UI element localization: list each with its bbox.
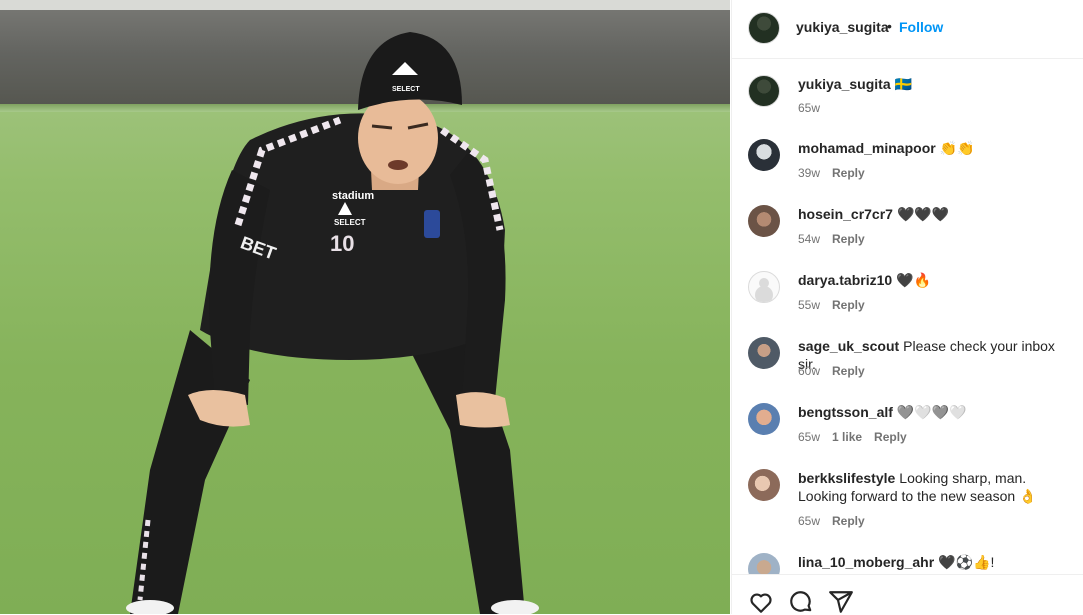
comment-time[interactable]: 60w: [798, 364, 820, 378]
post-photo[interactable]: stadium SELECT 10 BET SELECT: [0, 0, 730, 614]
comment-text: 👏👏: [939, 140, 975, 156]
cap-brand: SELECT: [392, 86, 420, 93]
heart-icon[interactable]: [748, 589, 774, 615]
comment-meta: 39w Reply: [798, 166, 877, 180]
comment-text: 🖤⚽👍!: [938, 554, 995, 570]
comment-text: 🖤🔥: [896, 272, 932, 288]
reply-button[interactable]: Reply: [832, 514, 865, 528]
commenter-avatar[interactable]: [748, 271, 780, 303]
commenter-avatar[interactable]: [748, 139, 780, 171]
comment-body: mohamad_minapoor 👏👏: [798, 139, 1070, 157]
reply-button[interactable]: Reply: [832, 364, 865, 378]
comment-username[interactable]: darya.tabriz10: [798, 272, 892, 288]
comment-meta: 65w 1 like Reply: [798, 430, 919, 444]
jersey-sponsor: stadium: [332, 190, 375, 202]
comment-time[interactable]: 65w: [798, 101, 820, 115]
reply-button[interactable]: Reply: [832, 232, 865, 246]
comment-list[interactable]: yukiya_sugita 🇸🇪 65w mohamad_minapoor 👏👏 3…: [732, 59, 1083, 574]
comment-time[interactable]: 65w: [798, 430, 820, 444]
comment-icon[interactable]: [788, 589, 814, 615]
follow-button[interactable]: Follow: [899, 19, 943, 35]
comment-text: 🩶🤍🩶🤍: [896, 404, 967, 420]
comment-username[interactable]: yukiya_sugita: [798, 76, 891, 92]
share-icon[interactable]: [828, 589, 854, 615]
comment-time[interactable]: 54w: [798, 232, 820, 246]
commenter-avatar[interactable]: [748, 75, 780, 107]
like-count[interactable]: 1 like: [832, 430, 862, 444]
comment-body: berkkslifestyle Looking sharp, man. Looki…: [798, 469, 1070, 505]
header-separator: •: [887, 18, 892, 34]
author-avatar[interactable]: [748, 12, 780, 44]
comment-time[interactable]: 55w: [798, 298, 820, 312]
comment-text: 🖤🖤🖤: [896, 206, 950, 222]
comment-username[interactable]: bengtsson_alf: [798, 404, 893, 420]
commenter-avatar[interactable]: [748, 337, 780, 369]
author-username[interactable]: yukiya_sugita: [796, 19, 889, 35]
reply-button[interactable]: Reply: [832, 298, 865, 312]
commenter-avatar[interactable]: [748, 205, 780, 237]
comment-username[interactable]: hosein_cr7cr7: [798, 206, 893, 222]
reply-button[interactable]: Reply: [874, 430, 907, 444]
jersey-brand: SELECT: [334, 218, 366, 227]
comment-body: yukiya_sugita 🇸🇪: [798, 75, 1070, 93]
player-illustration: [126, 32, 539, 614]
post-actions: [732, 574, 1083, 615]
commenter-avatar[interactable]: [748, 403, 780, 435]
comment-meta: 65w Reply: [798, 514, 877, 528]
comment-time[interactable]: 65w: [798, 514, 820, 528]
comment-body: hosein_cr7cr7 🖤🖤🖤: [798, 205, 1070, 223]
comment-body: bengtsson_alf 🩶🤍🩶🤍: [798, 403, 1070, 421]
reply-button[interactable]: Reply: [832, 166, 865, 180]
comment-body: lina_10_moberg_ahr 🖤⚽👍!: [798, 553, 1070, 571]
comment-meta: 65w: [798, 101, 832, 115]
comment-body: darya.tabriz10 🖤🔥: [798, 271, 1070, 289]
comment-username[interactable]: berkkslifestyle: [798, 470, 895, 486]
commenter-avatar[interactable]: [748, 553, 780, 574]
comment-username[interactable]: sage_uk_scout: [798, 338, 899, 354]
comment-meta: 55w Reply: [798, 298, 877, 312]
comment-username[interactable]: lina_10_moberg_ahr: [798, 554, 934, 570]
comment-username[interactable]: mohamad_minapoor: [798, 140, 936, 156]
comment-time[interactable]: 39w: [798, 166, 820, 180]
comment-meta: 54w Reply: [798, 232, 877, 246]
comment-text: 🇸🇪: [894, 76, 913, 92]
post-header: yukiya_sugita • Follow: [732, 0, 1083, 59]
comment-meta: 60w Reply: [798, 364, 877, 378]
commenter-avatar[interactable]: [748, 469, 780, 501]
post-side-panel: yukiya_sugita • Follow yukiya_sugita 🇸🇪 6…: [731, 0, 1083, 614]
jersey-number: 10: [330, 231, 355, 256]
